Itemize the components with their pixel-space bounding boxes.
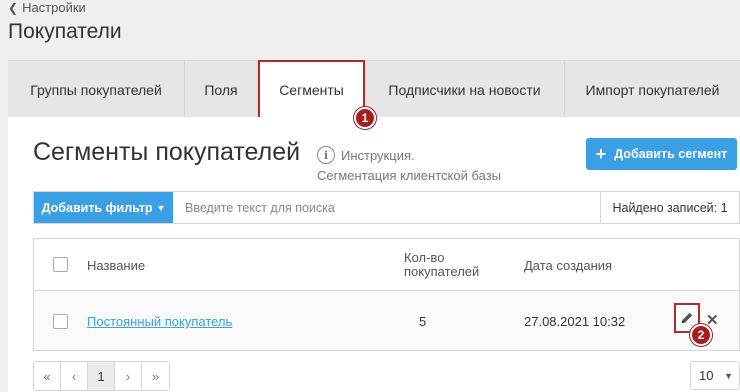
tab-news-subscribers[interactable]: Подписчики на новости [365, 61, 565, 118]
add-segment-label: Добавить сегмент [614, 147, 728, 161]
column-header-count-line1: Кол-во [404, 250, 445, 265]
records-found: Найдено записей: 1 [600, 192, 739, 223]
plus-icon: + [595, 144, 607, 164]
page-size-value: 10 [699, 368, 714, 383]
column-header-count[interactable]: Кол-во покупателей [404, 251, 479, 279]
segment-name-link[interactable]: Постоянный покупатель [87, 314, 232, 329]
column-header-date[interactable]: Дата создания [524, 258, 612, 273]
select-all-checkbox[interactable] [53, 257, 68, 272]
add-filter-label: Добавить фильтр [41, 200, 153, 215]
instruction-link[interactable]: i Инструкция. [317, 146, 415, 164]
add-segment-button[interactable]: + Добавить сегмент [586, 138, 737, 170]
breadcrumb-settings-link[interactable]: Настройки [22, 0, 86, 15]
table-row: Постоянный покупатель 5 27.08.2021 10:32… [34, 291, 739, 350]
step-badge-2: 2 [690, 324, 712, 346]
tabs-bar: Группы покупателей Поля Сегменты Подписч… [8, 60, 740, 119]
page-title: Покупатели [8, 20, 122, 43]
step-badge-1: 1 [354, 107, 376, 129]
info-icon: i [317, 146, 335, 164]
tab-customer-import[interactable]: Импорт покупателей [565, 61, 740, 118]
instruction-label[interactable]: Инструкция. [341, 148, 415, 163]
add-filter-button[interactable]: Добавить фильтр ▼ [34, 192, 173, 223]
breadcrumb[interactable]: ❮ Настройки [8, 0, 86, 15]
caret-down-icon: ▼ [724, 370, 733, 381]
column-header-name[interactable]: Название [87, 258, 145, 273]
row-checkbox[interactable] [53, 314, 68, 329]
pagination: « ‹ 1 › » [33, 361, 170, 391]
pagination-page-1[interactable]: 1 [88, 362, 115, 390]
filter-bar: Добавить фильтр ▼ Найдено записей: 1 [33, 191, 740, 224]
caret-down-icon: ▼ [156, 202, 166, 213]
pencil-icon [681, 312, 693, 324]
tab-fields[interactable]: Поля [185, 61, 258, 118]
pagination-next[interactable]: › [115, 362, 142, 390]
chevron-left-icon: ❮ [8, 0, 19, 15]
column-header-count-line2: покупателей [404, 264, 480, 279]
pagination-last[interactable]: » [142, 362, 169, 390]
section-title: Сегменты покупателей [33, 138, 301, 166]
table-header: Название Кол-во покупателей Дата создани… [34, 239, 739, 291]
search-input[interactable] [173, 192, 600, 223]
segment-date: 27.08.2021 10:32 [524, 314, 626, 329]
tab-customer-groups[interactable]: Группы покупателей [8, 61, 185, 118]
tab-segments[interactable]: Сегменты [258, 60, 365, 119]
page-size-select[interactable]: 10 ▼ [690, 361, 740, 390]
segment-count: 5 [419, 314, 427, 329]
pagination-first[interactable]: « [34, 362, 61, 390]
instruction-subtitle[interactable]: Сегментация клиентской базы [317, 168, 501, 183]
segments-table: Название Кол-во покупателей Дата создани… [33, 238, 740, 351]
pagination-prev[interactable]: ‹ [61, 362, 88, 390]
